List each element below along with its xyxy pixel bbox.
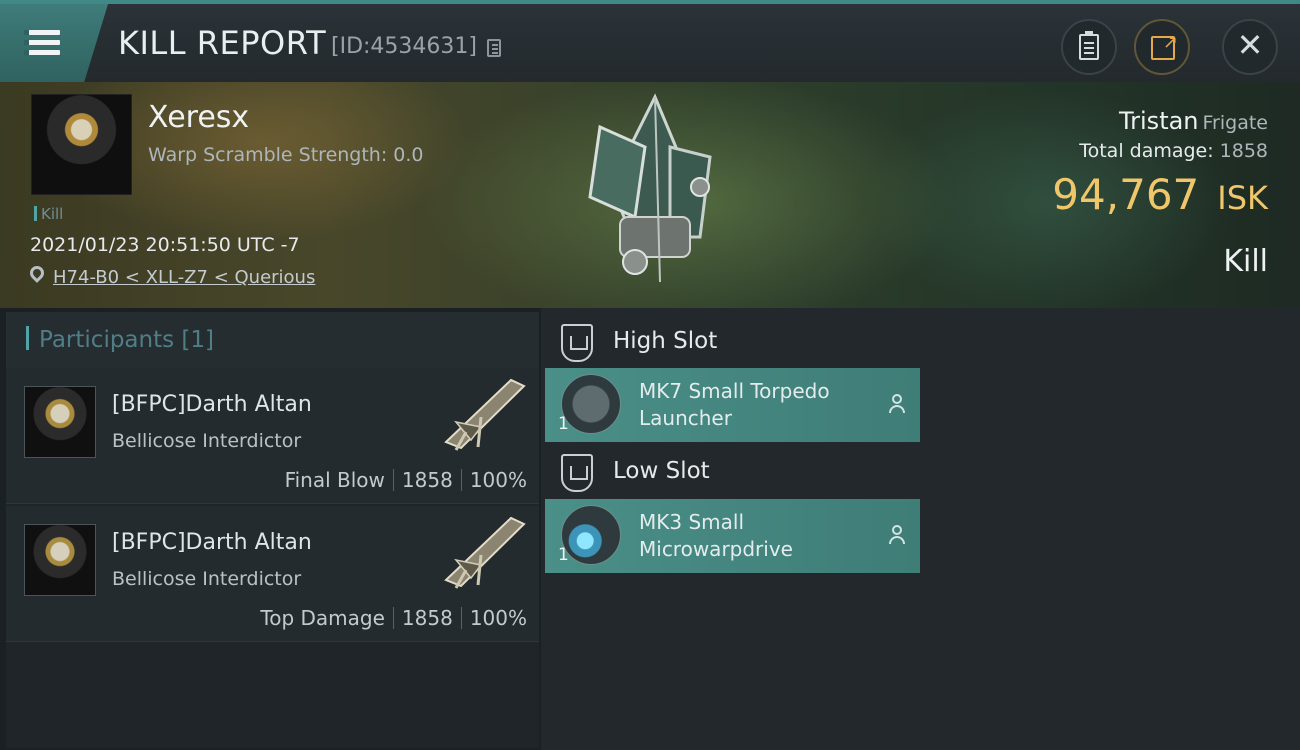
- participant-name: [BFPC]Darth Altan: [112, 530, 312, 555]
- user-icon: [888, 525, 906, 545]
- participant-ship: Bellicose Interdictor: [112, 430, 302, 452]
- high-slot-title: High Slot: [613, 328, 718, 354]
- participant-stats: Top Damage 1858 100%: [260, 606, 527, 630]
- low-slot-title: Low Slot: [613, 458, 710, 484]
- copy-icon[interactable]: [487, 39, 501, 57]
- participant-row[interactable]: [BFPC]Darth Altan Bellicose Interdictor …: [6, 368, 539, 504]
- participant-role: Final Blow: [284, 468, 385, 492]
- clipboard-icon: [1079, 31, 1099, 60]
- participant-name: [BFPC]Darth Altan: [112, 392, 312, 417]
- menu-button[interactable]: [0, 4, 108, 82]
- victim-banner: Xeresx Warp Scramble Strength: 0.0 Kill …: [0, 82, 1300, 308]
- victim-ship-image: [588, 93, 712, 283]
- microwarpdrive-icon: [561, 505, 621, 565]
- slot-shield-icon: [561, 324, 593, 362]
- module-quantity: 1: [558, 414, 569, 434]
- module-item[interactable]: 1 MK7 Small Torpedo Launcher: [545, 368, 920, 442]
- fitting-panel: High Slot 1 MK7 Small Torpedo Launcher L…: [541, 308, 1300, 750]
- participant-damage: 1858: [401, 606, 453, 630]
- user-icon: [888, 394, 906, 414]
- header-bar: KILL REPORT [ID:4534631] ↗ ✕: [0, 0, 1300, 82]
- total-damage-label: Total damage:: [1079, 140, 1214, 162]
- participant-avatar[interactable]: [24, 524, 96, 596]
- location-link[interactable]: H74-B0 < XLL-Z7 < Querious: [53, 267, 315, 288]
- module-item[interactable]: 1 MK3 Small Microwarpdrive: [545, 499, 920, 573]
- slot-shield-icon: [561, 454, 593, 492]
- participant-percent: 100%: [469, 468, 527, 492]
- victim-ship: Tristan Frigate: [1119, 107, 1268, 135]
- participant-role: Top Damage: [260, 606, 385, 630]
- participant-damage: 1858: [401, 468, 453, 492]
- warp-scramble-strength: Warp Scramble Strength: 0.0: [148, 144, 424, 166]
- page-title: KILL REPORT: [118, 24, 327, 62]
- participant-avatar[interactable]: [24, 386, 96, 458]
- participants-header: Participants [1]: [6, 312, 539, 368]
- victim-avatar[interactable]: [31, 94, 132, 195]
- isk-value: 94,767: [1052, 170, 1200, 219]
- victim-ship-name[interactable]: Tristan: [1119, 107, 1199, 135]
- share-icon: ↗: [1151, 34, 1178, 60]
- kill-tag: Kill: [34, 205, 63, 223]
- module-name: MK7 Small Torpedo Launcher: [639, 379, 830, 430]
- participant-row[interactable]: [BFPC]Darth Altan Bellicose Interdictor …: [6, 506, 539, 642]
- report-id: [ID:4534631]: [331, 34, 477, 59]
- participants-panel: Participants [1] [BFPC]Darth Altan Belli…: [6, 312, 539, 748]
- participant-stats: Final Blow 1858 100%: [285, 468, 527, 492]
- close-button[interactable]: ✕: [1222, 19, 1278, 75]
- participant-ship-image: [444, 516, 526, 589]
- clipboard-button[interactable]: [1061, 19, 1117, 75]
- participant-ship-image: [444, 378, 526, 451]
- participants-title: Participants [1]: [26, 326, 214, 353]
- kill-datetime: 2021/01/23 20:51:50 UTC -7: [30, 234, 300, 256]
- participant-ship: Bellicose Interdictor: [112, 568, 302, 590]
- total-damage-value: 1858: [1219, 140, 1268, 162]
- isk-unit: ISK: [1217, 179, 1268, 217]
- total-damage: Total damage: 1858: [1079, 140, 1268, 162]
- location-pin-icon: [27, 263, 47, 283]
- close-icon: ✕: [1236, 26, 1264, 64]
- victim-ship-class: Frigate: [1202, 112, 1268, 134]
- share-button[interactable]: ↗: [1134, 19, 1190, 75]
- module-quantity: 1: [558, 545, 569, 565]
- module-name: MK3 Small Microwarpdrive: [639, 510, 793, 561]
- torpedo-launcher-icon: [561, 374, 621, 434]
- victim-pilot-name[interactable]: Xeresx: [148, 100, 249, 135]
- participant-percent: 100%: [469, 606, 527, 630]
- isk-value-line: 94,767 ISK: [1052, 170, 1268, 219]
- kill-result: Kill: [1223, 244, 1268, 279]
